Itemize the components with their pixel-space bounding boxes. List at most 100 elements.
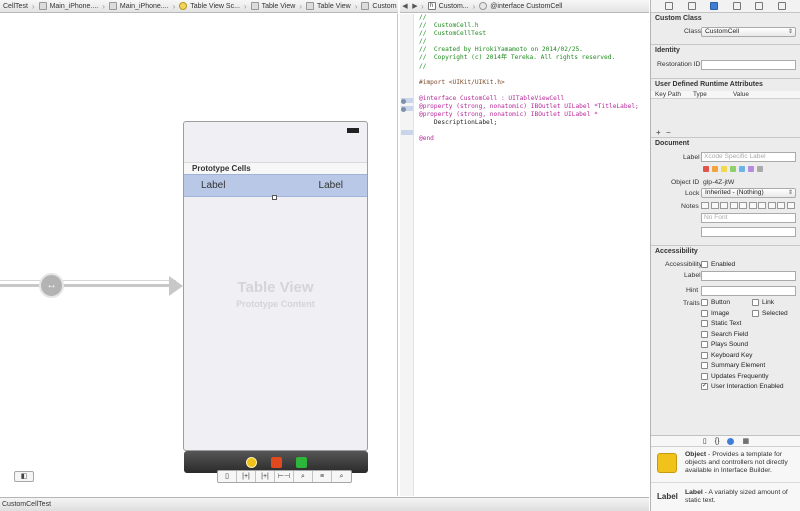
format-button-icon[interactable] bbox=[739, 202, 747, 209]
trait-checkbox[interactable] bbox=[701, 330, 708, 338]
source-editor[interactable]: //// CustomCell.h// CustomCellTest//// C… bbox=[415, 14, 649, 496]
document-outline-toggle-button[interactable]: ◧ bbox=[14, 471, 34, 482]
size-inspector-icon[interactable] bbox=[755, 2, 764, 10]
code-line[interactable]: @interface CustomCell : UITableViewCell bbox=[419, 95, 649, 103]
exit-icon[interactable] bbox=[295, 456, 307, 468]
crumb-interface[interactable]: @interface CustomCell bbox=[476, 0, 565, 12]
code-line[interactable]: // Copyright (c) 2014年 Tereka. All right… bbox=[419, 54, 649, 62]
first-responder-icon[interactable] bbox=[270, 456, 282, 468]
table-view-scene[interactable]: Prototype Cells Label Label Table View P… bbox=[183, 121, 368, 451]
trait-checkbox[interactable] bbox=[701, 341, 708, 348]
forward-arrow-icon[interactable]: ▶ bbox=[410, 2, 420, 10]
segue-icon[interactable]: ↔ bbox=[39, 273, 64, 298]
title-label[interactable]: Label bbox=[201, 180, 225, 191]
format-button-icon[interactable] bbox=[777, 202, 785, 209]
crumb-6[interactable]: Custom Cell – Cell bbox=[358, 0, 398, 12]
view-controller-icon[interactable] bbox=[245, 456, 257, 468]
format-button-icon[interactable] bbox=[729, 202, 738, 209]
layout-button-4[interactable]: ⌕ bbox=[294, 471, 313, 482]
col-key-path[interactable]: Key Path bbox=[651, 91, 689, 98]
layout-button-0[interactable]: ▯ bbox=[218, 471, 237, 482]
resize-handle[interactable] bbox=[272, 195, 277, 200]
layout-button-1[interactable]: |+| bbox=[237, 471, 256, 482]
notes-text-field[interactable] bbox=[701, 227, 796, 237]
custom-cell[interactable]: Label Label bbox=[184, 174, 367, 200]
notes-font-field[interactable]: No Font bbox=[701, 213, 796, 223]
code-line[interactable]: // CustomCell.h bbox=[419, 22, 649, 30]
crumb-2[interactable]: Main_iPhone.... bbox=[106, 0, 172, 12]
trait-checkbox[interactable] bbox=[701, 362, 708, 369]
code-snippet-icon[interactable]: {} bbox=[715, 438, 720, 445]
trait-checkbox[interactable] bbox=[701, 351, 708, 359]
code-line[interactable]: @property (strong, nonatomic) IBOutlet U… bbox=[419, 103, 649, 111]
a11y-label-field[interactable] bbox=[701, 271, 796, 281]
label-color-swatch[interactable] bbox=[721, 166, 727, 172]
description-label[interactable]: Label bbox=[319, 180, 343, 191]
layout-button-3[interactable]: ⊢⊣ bbox=[275, 471, 294, 482]
identity-inspector-icon[interactable] bbox=[710, 2, 719, 10]
format-button-icon[interactable] bbox=[758, 202, 766, 209]
trait-checkbox[interactable] bbox=[701, 320, 708, 327]
label-color-swatch[interactable] bbox=[703, 166, 709, 172]
code-line[interactable]: // CustomCellTest bbox=[419, 30, 649, 38]
code-line[interactable]: // bbox=[419, 63, 649, 71]
trait-checkbox[interactable]: ✓ bbox=[701, 383, 708, 390]
format-button-icon[interactable] bbox=[748, 202, 757, 209]
trait-checkbox[interactable] bbox=[701, 372, 708, 380]
code-line[interactable] bbox=[419, 71, 649, 79]
code-line[interactable]: // bbox=[419, 38, 649, 46]
trait-checkbox[interactable] bbox=[752, 309, 759, 317]
col-type[interactable]: Type bbox=[689, 91, 729, 98]
format-button-icon[interactable] bbox=[710, 202, 719, 209]
attributes-inspector-icon[interactable] bbox=[732, 2, 741, 10]
file-inspector-icon[interactable] bbox=[665, 2, 674, 10]
outlet-connection-icon[interactable] bbox=[401, 107, 406, 112]
xcode-label-field[interactable]: Xcode Specific Label bbox=[701, 152, 796, 162]
code-line[interactable]: // bbox=[419, 14, 649, 22]
a11y-hint-field[interactable] bbox=[701, 286, 796, 296]
trait-checkbox[interactable] bbox=[701, 299, 708, 306]
add-attribute-button[interactable]: + bbox=[656, 128, 661, 137]
code-line[interactable]: #import <UIKit/UIKit.h> bbox=[419, 79, 649, 87]
object-library-icon[interactable] bbox=[727, 437, 735, 445]
crumb-5[interactable]: Table View bbox=[303, 0, 354, 12]
library-item-label[interactable]: Label Label - A variably sized amount of… bbox=[651, 483, 800, 511]
back-arrow-icon[interactable]: ◀ bbox=[400, 2, 410, 10]
class-combo[interactable]: CustomCell bbox=[701, 27, 796, 37]
file-template-icon[interactable]: ▯ bbox=[703, 437, 707, 445]
format-button-icon[interactable] bbox=[767, 202, 776, 209]
library-item-object[interactable]: Object - Provides a template for objects… bbox=[651, 447, 800, 483]
code-line[interactable]: @end bbox=[419, 135, 649, 143]
label-color-swatch[interactable] bbox=[748, 166, 754, 172]
layout-button-2[interactable]: |+| bbox=[256, 471, 275, 482]
remove-attribute-button[interactable]: − bbox=[666, 128, 671, 137]
crumb-0[interactable]: CellTest bbox=[0, 0, 31, 12]
trait-checkbox[interactable] bbox=[701, 309, 708, 317]
trait-checkbox[interactable] bbox=[752, 299, 759, 306]
layout-button-5[interactable]: ≡ bbox=[313, 471, 332, 482]
format-button-icon[interactable] bbox=[786, 202, 795, 209]
code-line[interactable]: DescriptionLabel; bbox=[419, 119, 649, 127]
label-color-swatch[interactable] bbox=[712, 166, 718, 172]
label-color-swatch[interactable] bbox=[739, 166, 745, 172]
crumb-4[interactable]: Table View bbox=[248, 0, 299, 12]
accessibility-enabled-checkbox[interactable] bbox=[701, 261, 708, 268]
format-button-icon[interactable] bbox=[720, 202, 728, 209]
label-color-swatch[interactable] bbox=[730, 166, 736, 172]
media-library-icon[interactable]: ▦ bbox=[742, 437, 749, 445]
crumb-1[interactable]: Main_iPhone.... bbox=[36, 0, 102, 12]
code-line[interactable]: @property (strong, nonatomic) IBOutlet U… bbox=[419, 111, 649, 119]
connections-inspector-icon[interactable] bbox=[777, 2, 786, 10]
label-color-swatch[interactable] bbox=[757, 166, 763, 172]
crumb-custom-file[interactable]: h Custom... bbox=[425, 0, 472, 12]
layout-button-6[interactable]: ⌕ bbox=[332, 471, 351, 482]
restoration-id-field[interactable] bbox=[701, 60, 796, 70]
outlet-connection-icon[interactable] bbox=[401, 99, 406, 104]
lock-popup[interactable]: Inherited - (Nothing) bbox=[701, 188, 796, 198]
storyboard-canvas[interactable]: ↔ Prototype Cells Label Label Table View… bbox=[0, 14, 398, 496]
col-value[interactable]: Value bbox=[729, 91, 749, 98]
code-line[interactable] bbox=[419, 127, 649, 135]
quick-help-icon[interactable] bbox=[687, 2, 696, 10]
format-button-icon[interactable] bbox=[701, 202, 709, 209]
crumb-3[interactable]: Table View Sc... bbox=[176, 0, 243, 12]
